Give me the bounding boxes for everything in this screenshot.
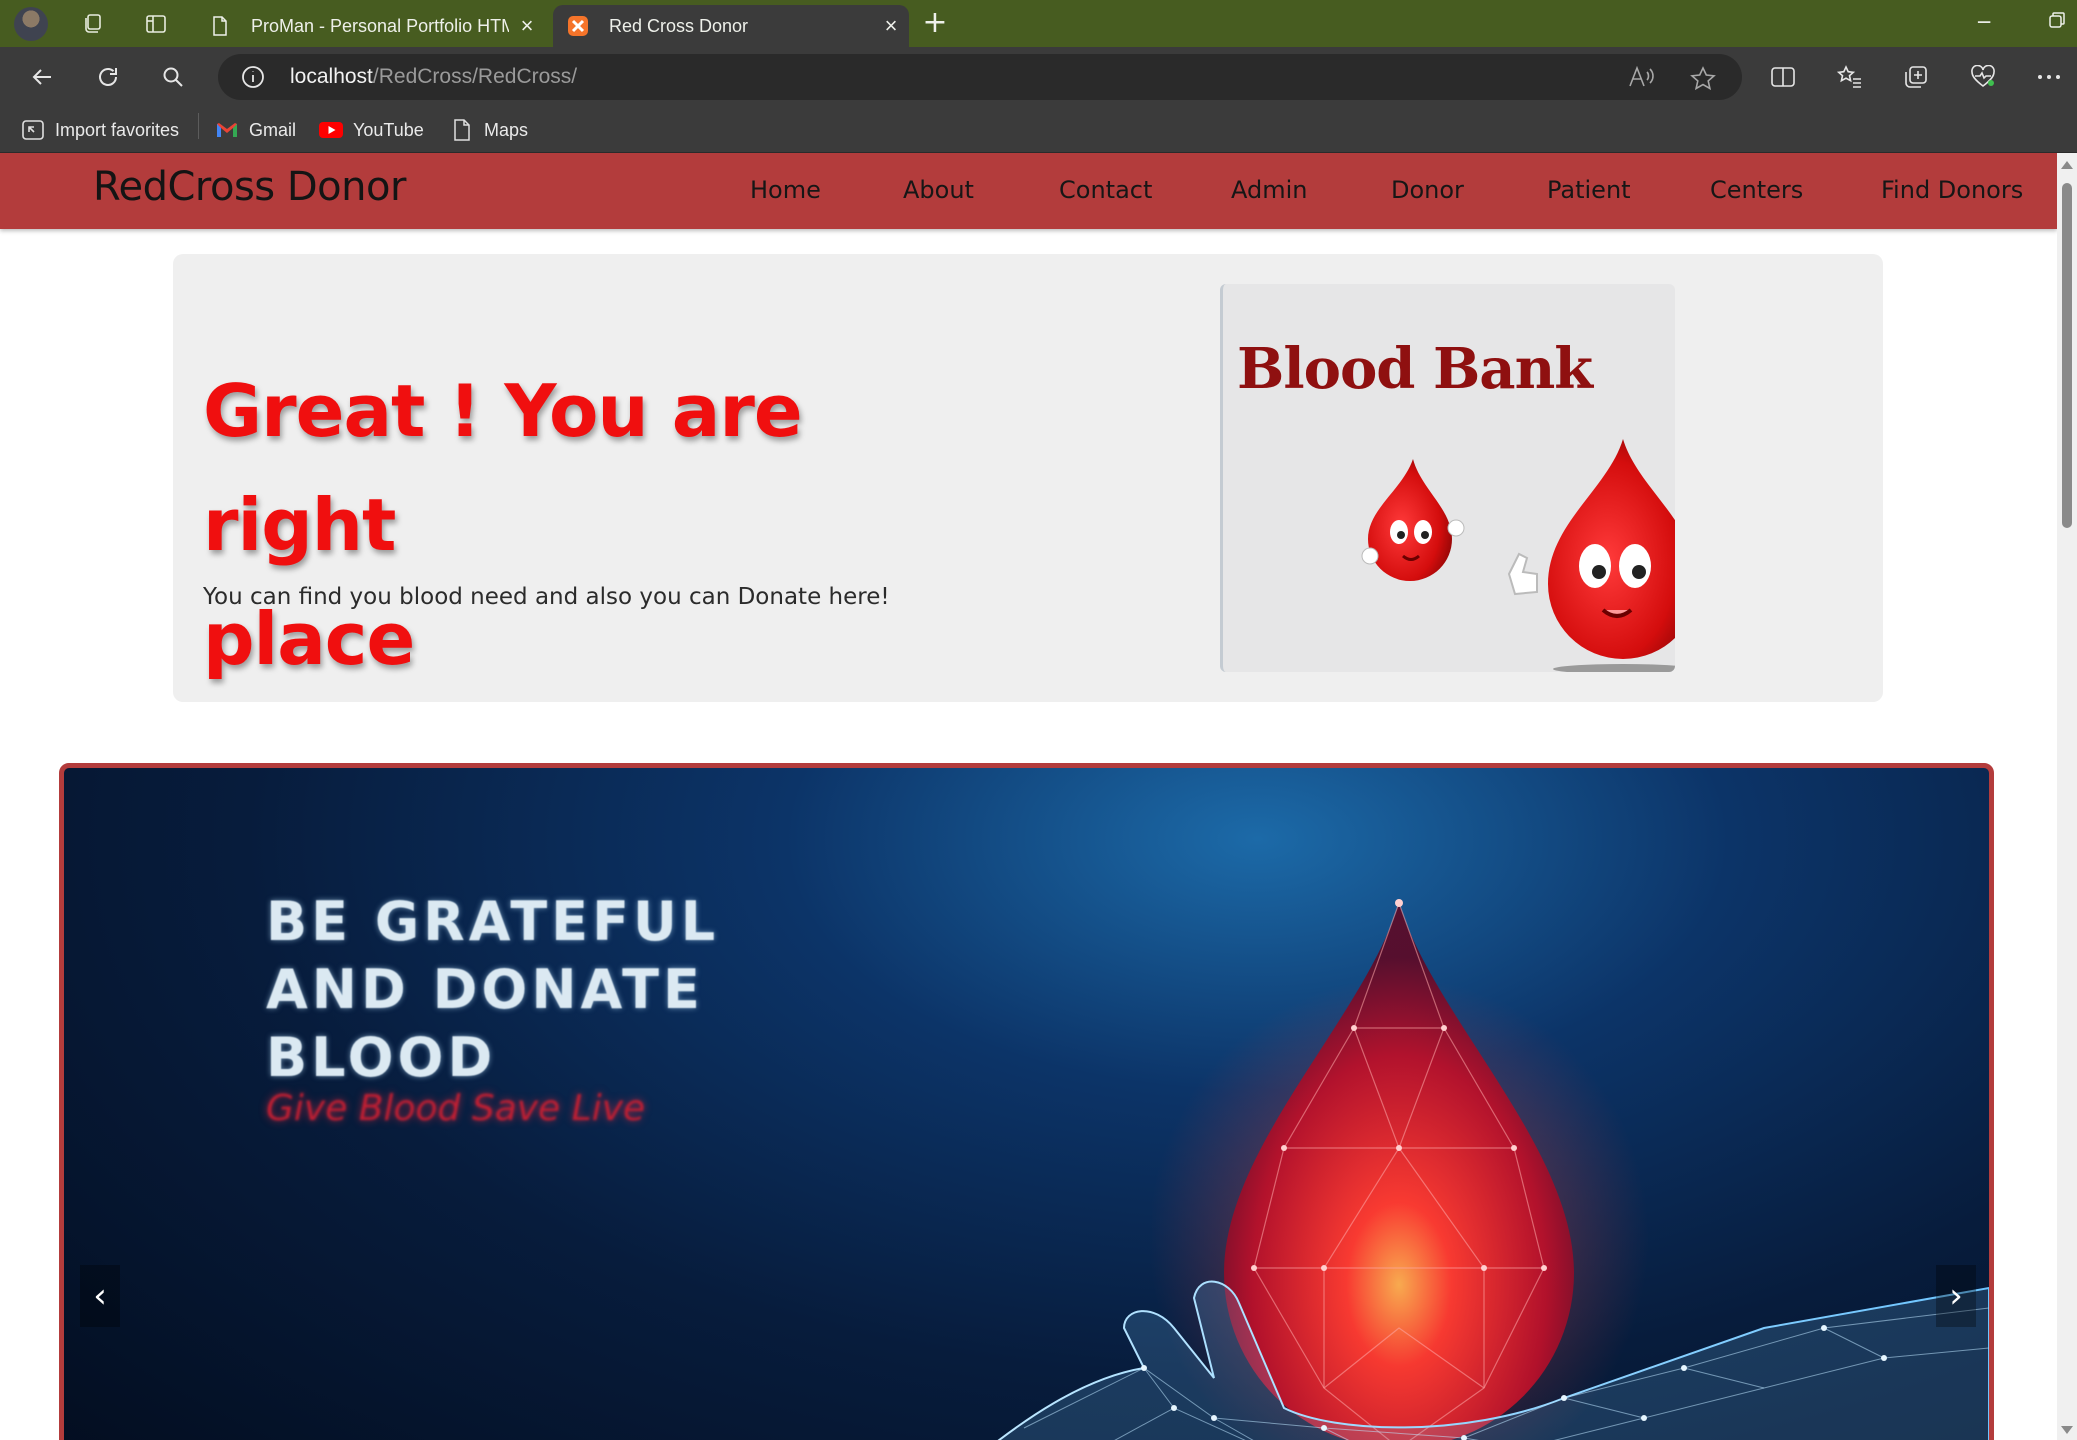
blood-drop-mascots-icon	[1361, 439, 1675, 672]
close-tab-icon[interactable]: ×	[509, 13, 545, 39]
browser-essentials-icon[interactable]	[1967, 61, 1999, 93]
carousel-prev-button[interactable]: ‹	[80, 1265, 120, 1327]
tab-title: ProMan - Personal Portfolio HTML	[251, 15, 509, 36]
nav-home[interactable]: Home	[750, 176, 821, 204]
slide-tagline: Give Blood Save Live	[266, 1088, 646, 1129]
site-brand[interactable]: RedCross Donor	[93, 164, 406, 210]
close-tab-icon[interactable]: ×	[873, 13, 909, 39]
search-icon[interactable]	[157, 61, 189, 93]
split-screen-icon[interactable]	[1767, 61, 1799, 93]
favorites-bar: Import favorites Gmail YouTube Maps	[0, 107, 2077, 153]
favorites-icon[interactable]	[1834, 61, 1866, 93]
scroll-down-icon[interactable]	[2061, 1426, 2073, 1434]
nav-patient[interactable]: Patient	[1547, 176, 1631, 204]
youtube-link[interactable]: YouTube	[318, 115, 424, 145]
favorite-label: Maps	[484, 119, 529, 140]
import-favorites-link[interactable]: Import favorites	[20, 115, 179, 145]
address-bar[interactable]: localhost/RedCross/RedCross/	[218, 54, 1742, 100]
hero-title: Great ! You are right place	[203, 354, 983, 696]
carousel-next-button[interactable]: ›	[1936, 1265, 1976, 1327]
gmail-link[interactable]: Gmail	[214, 115, 296, 145]
hero-title-line: Great ! You are right	[203, 369, 803, 567]
minimize-icon[interactable]: ─	[1978, 10, 1990, 34]
slide-headline-line: BLOOD	[266, 1026, 497, 1089]
import-icon	[20, 118, 46, 142]
favorites-divider	[198, 113, 199, 139]
hero-section: Great ! You are right place You can find…	[173, 254, 1883, 702]
slide-headline-line: AND DONATE	[266, 958, 704, 1021]
xampp-icon	[567, 14, 589, 38]
collections-icon[interactable]	[1900, 61, 1932, 93]
workspaces-icon[interactable]	[78, 9, 108, 39]
nav-donor[interactable]: Donor	[1391, 176, 1464, 204]
refresh-icon[interactable]	[92, 61, 124, 93]
hero-carousel: BE GRATEFUL AND DONATE BLOOD Give Blood …	[59, 763, 1994, 1440]
site-navbar: RedCross Donor Home About Contact Admin …	[0, 153, 2057, 229]
back-icon[interactable]	[26, 61, 58, 93]
nav-centers[interactable]: Centers	[1710, 176, 1803, 204]
more-options-icon[interactable]	[2033, 61, 2065, 93]
nav-admin[interactable]: Admin	[1231, 176, 1308, 204]
blood-bank-image: Blood Bank	[1220, 284, 1675, 672]
new-tab-button[interactable]: +	[918, 8, 952, 40]
favorite-label: YouTube	[353, 119, 424, 140]
site-info-icon[interactable]	[240, 64, 266, 94]
maps-link[interactable]: Maps	[449, 115, 528, 145]
gmail-icon	[214, 118, 240, 142]
browser-tab-bar: ProMan - Personal Portfolio HTML × Red C…	[0, 0, 2077, 47]
hero-subtitle: You can find you blood need and also you…	[203, 584, 890, 610]
page-icon	[209, 14, 231, 38]
page-icon	[449, 118, 475, 142]
restore-icon[interactable]	[2048, 10, 2066, 34]
url-text[interactable]: localhost/RedCross/RedCross/	[290, 65, 577, 89]
favorite-label: Gmail	[249, 119, 297, 140]
browser-toolbar: localhost/RedCross/RedCross/	[0, 47, 2077, 107]
tab-title: Red Cross Donor	[609, 15, 749, 36]
tab-proman[interactable]: ProMan - Personal Portfolio HTML ×	[195, 5, 545, 47]
youtube-icon	[318, 118, 344, 142]
favorite-star-icon[interactable]	[1690, 66, 1716, 96]
scroll-up-icon[interactable]	[2061, 161, 2073, 169]
page-scrollbar[interactable]	[2057, 153, 2077, 1440]
nav-about[interactable]: About	[903, 176, 974, 204]
favorite-label: Import favorites	[55, 119, 180, 140]
page-viewport: RedCross Donor Home About Contact Admin …	[0, 153, 2057, 1440]
nav-find-donors[interactable]: Find Donors	[1881, 176, 2023, 204]
tab-red-cross-donor[interactable]: Red Cross Donor ×	[553, 5, 909, 47]
slide-headline-line: BE GRATEFUL	[266, 890, 720, 953]
profile-avatar[interactable]	[14, 7, 48, 41]
slide-headline: BE GRATEFUL AND DONATE BLOOD	[266, 888, 719, 1092]
nav-contact[interactable]: Contact	[1059, 176, 1152, 204]
vertical-tabs-icon[interactable]	[141, 9, 171, 39]
scroll-thumb[interactable]	[2062, 183, 2072, 528]
read-aloud-icon[interactable]	[1628, 65, 1654, 92]
